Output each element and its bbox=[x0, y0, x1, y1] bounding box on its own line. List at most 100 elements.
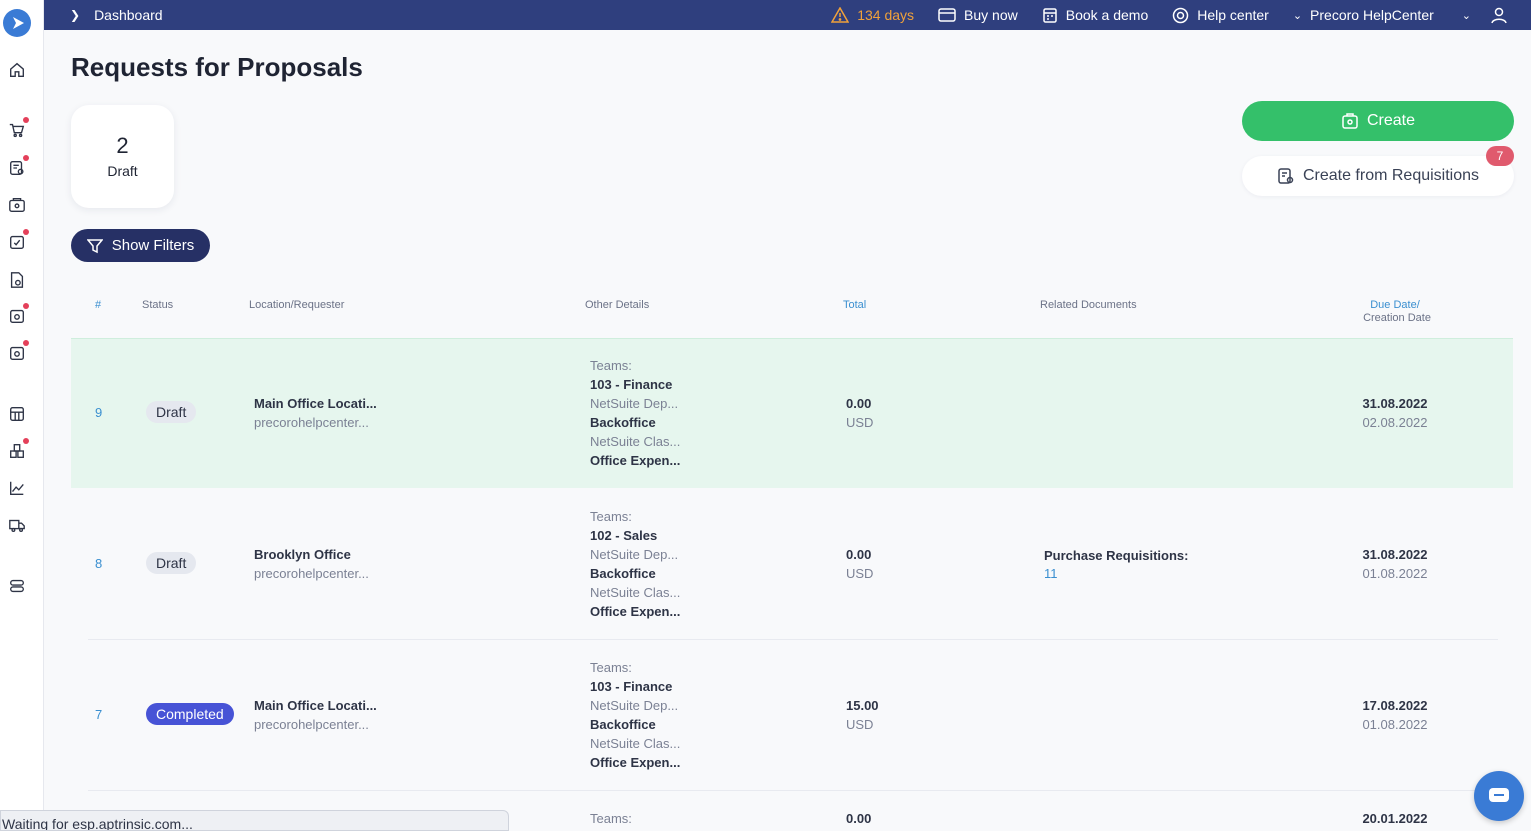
teams-label: Teams: bbox=[590, 358, 632, 373]
table-row[interactable] bbox=[71, 640, 1513, 790]
row-id-link[interactable]: 7 bbox=[95, 707, 102, 722]
book-demo-link[interactable]: Book a demo bbox=[1042, 7, 1149, 23]
chevron-right-icon: ❯ bbox=[70, 8, 81, 22]
draft-stat-card[interactable]: 2 Draft bbox=[71, 105, 174, 208]
other-details: Teams: 103 - Finance NetSuite Dep... Bac… bbox=[590, 356, 680, 470]
user-menu[interactable] bbox=[1491, 7, 1515, 24]
requisitions-count-badge: 7 bbox=[1486, 146, 1514, 166]
notification-dot bbox=[23, 438, 29, 444]
notification-dot bbox=[23, 155, 29, 161]
col-header-related: Related Documents bbox=[1040, 299, 1137, 311]
other-details: Teams: 103 - Finance NetSuite Dep... Bac… bbox=[590, 658, 680, 772]
location-name: Main Office Locati... bbox=[254, 396, 377, 411]
create-from-requisitions-label: Create from Requisitions bbox=[1302, 167, 1480, 184]
table-row[interactable] bbox=[71, 338, 1513, 488]
user-icon bbox=[1491, 7, 1507, 23]
home-icon[interactable] bbox=[7, 60, 27, 80]
col-header-total[interactable]: Total bbox=[843, 299, 866, 311]
help-center-label: Help center bbox=[1197, 7, 1269, 23]
class-value: Office Expen... bbox=[590, 453, 681, 468]
creation-date: 02.08.2022 bbox=[1362, 415, 1428, 430]
requester-name: precorohelpcenter... bbox=[254, 717, 369, 732]
trial-days: 134 days bbox=[857, 7, 915, 23]
show-filters-label: Show Filters bbox=[111, 237, 195, 254]
status-badge: Draft bbox=[146, 401, 197, 423]
analytics-icon[interactable] bbox=[7, 478, 27, 498]
department-label: NetSuite Dep... bbox=[590, 396, 679, 411]
row-id-link[interactable]: 9 bbox=[95, 405, 102, 420]
book-demo-label: Book a demo bbox=[1065, 7, 1149, 23]
class-label: NetSuite Clas... bbox=[590, 434, 681, 449]
department-value: Backoffice bbox=[590, 415, 656, 430]
department-label: NetSuite Dep... bbox=[590, 698, 679, 713]
due-date: 20.01.2022 bbox=[1362, 811, 1428, 826]
chat-icon bbox=[1489, 788, 1509, 802]
teams-label: Teams: bbox=[590, 811, 632, 826]
location-name: Brooklyn Office bbox=[254, 547, 351, 562]
row-id-link[interactable]: 8 bbox=[95, 556, 102, 571]
inventory-icon[interactable] bbox=[7, 438, 29, 461]
delivery-icon[interactable] bbox=[7, 515, 27, 535]
department-value: Backoffice bbox=[590, 717, 656, 732]
teams-label: Teams: bbox=[590, 509, 632, 524]
create-document-icon bbox=[1342, 113, 1358, 129]
requester-name: precorohelpcenter... bbox=[254, 415, 369, 430]
team-value: 102 - Sales bbox=[590, 528, 658, 543]
team-value: 103 - Finance bbox=[590, 679, 673, 694]
invoices-icon[interactable] bbox=[7, 270, 27, 290]
creation-date: 01.08.2022 bbox=[1362, 717, 1428, 732]
settings-stack-icon[interactable] bbox=[7, 576, 27, 596]
department-label: NetSuite Dep... bbox=[590, 547, 679, 562]
due-date: 31.08.2022 bbox=[1362, 547, 1428, 562]
approvals-icon[interactable] bbox=[7, 229, 29, 252]
chevron-down-icon: ⌄ bbox=[1461, 9, 1471, 22]
create-button[interactable]: Create bbox=[1242, 101, 1514, 141]
chat-widget-button[interactable] bbox=[1474, 771, 1524, 821]
create-label: Create bbox=[1366, 112, 1416, 129]
account-switcher[interactable]: ⌄ Precoro HelpCenter ⌄ bbox=[1293, 7, 1471, 23]
page-title: Requests for Proposals bbox=[71, 52, 363, 82]
related-docs-label: Purchase Requisitions: bbox=[1044, 548, 1189, 563]
app-logo[interactable] bbox=[3, 9, 31, 37]
total-currency: USD bbox=[846, 717, 874, 732]
col-header-id[interactable]: # bbox=[95, 299, 101, 311]
rfp-icon[interactable] bbox=[7, 195, 27, 215]
draft-count: 2 bbox=[116, 133, 129, 158]
status-badge: Completed bbox=[146, 703, 234, 725]
requester-name: precorohelpcenter... bbox=[254, 566, 369, 581]
total-currency: USD bbox=[846, 566, 874, 581]
notification-dot bbox=[23, 340, 29, 346]
related-requisition-link[interactable]: 11 bbox=[1044, 566, 1058, 581]
payments-icon[interactable] bbox=[7, 340, 29, 363]
sidebar bbox=[0, 0, 44, 831]
row-divider bbox=[88, 790, 1498, 791]
chevron-down-icon: ⌄ bbox=[1292, 9, 1303, 22]
trial-indicator[interactable]: 134 days bbox=[831, 7, 914, 23]
receipts-icon[interactable] bbox=[7, 303, 29, 326]
requisition-icon bbox=[1278, 168, 1294, 184]
requisitions-icon[interactable] bbox=[7, 155, 29, 178]
due-date: 31.08.2022 bbox=[1362, 396, 1428, 411]
total-amount: 0.00 bbox=[846, 396, 872, 411]
due-date: 17.08.2022 bbox=[1362, 698, 1428, 713]
show-filters-button[interactable]: Show Filters bbox=[71, 229, 210, 262]
col-header-status: Status bbox=[142, 299, 174, 311]
breadcrumb[interactable]: ❯ Dashboard bbox=[70, 7, 163, 23]
breadcrumb-dashboard[interactable]: Dashboard bbox=[94, 7, 163, 23]
warning-icon bbox=[831, 7, 850, 23]
col-header-due[interactable]: Due Date/ bbox=[1350, 299, 1440, 311]
class-label: NetSuite Clas... bbox=[590, 736, 681, 751]
help-center-link[interactable]: Help center bbox=[1172, 7, 1269, 24]
buy-now-label: Buy now bbox=[964, 7, 1018, 23]
budgets-icon[interactable] bbox=[7, 404, 27, 424]
notification-dot bbox=[23, 229, 29, 235]
table-row[interactable] bbox=[71, 489, 1513, 639]
total-amount: 0.00 bbox=[846, 547, 872, 562]
class-value: Office Expen... bbox=[590, 755, 681, 770]
create-from-requisitions-button[interactable]: Create from Requisitions bbox=[1242, 156, 1514, 196]
buy-now-link[interactable]: Buy now bbox=[938, 7, 1018, 23]
total-amount: 15.00 bbox=[846, 698, 879, 713]
lifebuoy-icon bbox=[1172, 7, 1189, 23]
cart-icon[interactable] bbox=[7, 117, 29, 140]
teams-label: Teams: bbox=[590, 660, 632, 675]
